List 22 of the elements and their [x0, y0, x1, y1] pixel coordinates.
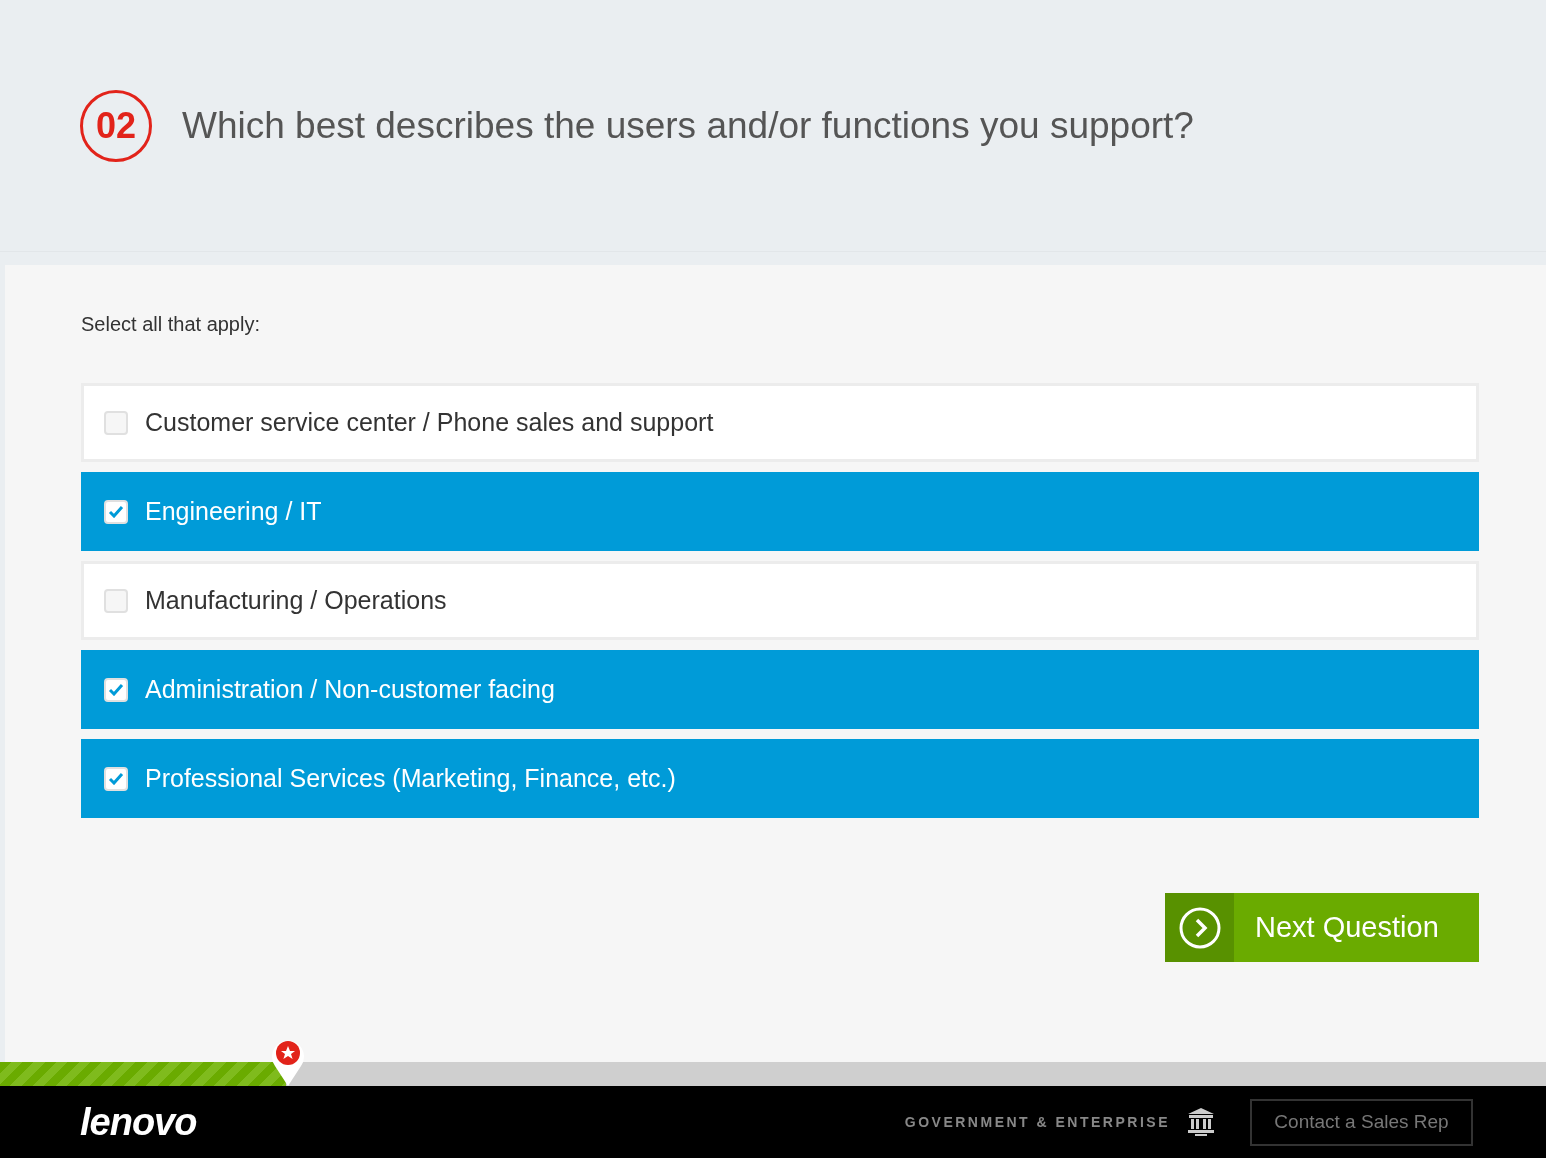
answer-option[interactable]: Customer service center / Phone sales and support [81, 383, 1479, 462]
next-question-button[interactable]: Next Question [1165, 893, 1479, 962]
answer-option[interactable]: Manufacturing / Operations [81, 561, 1479, 640]
checkbox[interactable] [104, 588, 128, 613]
question-number: 02 [80, 89, 152, 162]
chevron-circle-icon [1178, 906, 1221, 949]
checkbox[interactable] [104, 499, 128, 524]
tagline-text: GOVERNMENT & ENTERPRISE [904, 1114, 1170, 1130]
brand-logo: lenovo [80, 1100, 197, 1144]
checkmark-icon [108, 505, 124, 518]
answer-option[interactable]: Administration / Non-customer facing [81, 650, 1479, 729]
contact-sales-button[interactable]: Contact a Sales Rep [1250, 1098, 1473, 1146]
answer-option[interactable]: Engineering / IT [81, 472, 1479, 551]
answer-option[interactable]: Professional Services (Marketing, Finance, etc.) [81, 739, 1479, 818]
checkbox[interactable] [104, 410, 128, 435]
checkmark-icon [108, 683, 124, 696]
checkmark-icon [108, 772, 124, 785]
building-icon [1186, 1107, 1216, 1137]
instruction-text: Select all that apply: [81, 313, 261, 336]
question-text: Which best describes the users and/or functions you support? [182, 104, 1194, 147]
checkbox[interactable] [104, 766, 128, 791]
checkbox[interactable] [104, 677, 128, 702]
